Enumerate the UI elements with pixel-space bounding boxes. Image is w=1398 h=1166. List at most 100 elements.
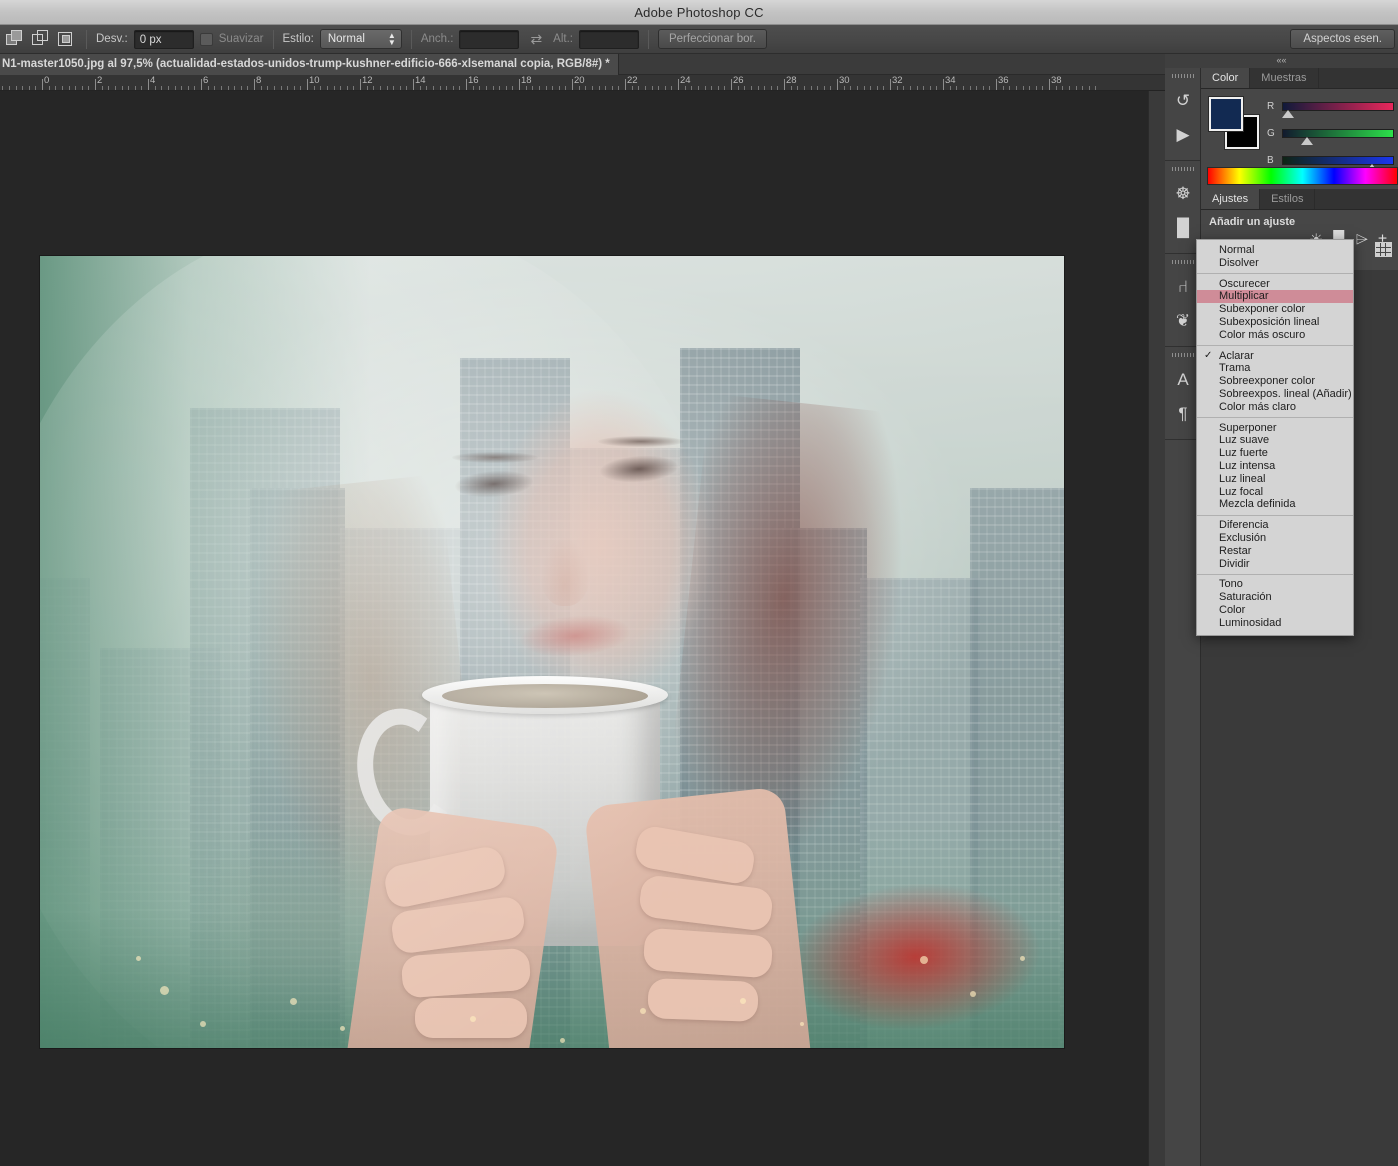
channel-track-r[interactable]	[1282, 102, 1394, 111]
blend-mode-label: Subexponer color	[1219, 303, 1306, 316]
blend-mode-item[interactable]: Trama	[1197, 362, 1353, 375]
foreground-background-swatches[interactable]	[1207, 96, 1263, 150]
blend-mode-menu[interactable]: Normal Disolver Oscurecer Multiplicar Subexp…	[1196, 239, 1354, 636]
color-spectrum-ramp[interactable]	[1207, 167, 1398, 185]
ruler-tick-minor	[843, 86, 845, 90]
history-icon[interactable]: ↺	[1165, 84, 1201, 118]
blend-mode-item[interactable]: Superponer	[1197, 422, 1353, 435]
workspace-switcher-button[interactable]: Aspectos esen.	[1290, 29, 1395, 49]
ruler-tick-minor	[558, 86, 560, 90]
ruler-label: 38	[1051, 75, 1062, 86]
document-tab[interactable]: N1-master1050.jpg al 97,5% (actualidad-e…	[0, 54, 619, 75]
blend-mode-item[interactable]: Luz suave	[1197, 434, 1353, 447]
tab-ajustes[interactable]: Ajustes	[1201, 189, 1261, 209]
blend-mode-item[interactable]: Color	[1197, 604, 1353, 617]
bokeh-dot	[800, 1022, 804, 1026]
ruler-tick-minor	[1095, 86, 1097, 90]
width-input[interactable]	[459, 29, 520, 49]
blend-mode-item[interactable]: Luz focal	[1197, 486, 1353, 499]
nose	[540, 536, 590, 606]
antialias-checkbox[interactable]	[199, 32, 213, 46]
curves-icon[interactable]: ⌲	[1356, 231, 1368, 249]
ruler-label: 22	[627, 75, 638, 86]
ruler-tick-minor	[340, 86, 342, 90]
tab-muestras[interactable]: Muestras	[1250, 68, 1319, 88]
ruler-tick-minor	[724, 86, 726, 90]
collapse-panels-icon[interactable]: ««	[1165, 54, 1398, 68]
blend-mode-item[interactable]: ✓ Aclarar	[1197, 350, 1353, 363]
channel-track-g[interactable]	[1282, 129, 1394, 138]
swap-dimensions-icon[interactable]: ⇄	[530, 31, 542, 48]
ruler-label: 6	[203, 75, 209, 86]
tab-color[interactable]: Color	[1201, 68, 1251, 88]
intersect-with-selection-icon[interactable]	[58, 30, 77, 49]
icon-dock-group: ↺ ▶	[1165, 68, 1200, 161]
ruler-tick-minor	[949, 86, 951, 90]
blend-mode-item[interactable]: Oscurecer	[1197, 278, 1353, 291]
blend-mode-item[interactable]: Multiplicar	[1197, 290, 1353, 304]
tab-estilos[interactable]: Estilos	[1260, 189, 1316, 209]
blend-mode-label: Luz suave	[1219, 434, 1270, 447]
style-select[interactable]: Normal ▲ ▼	[319, 29, 402, 49]
navigator-icon[interactable]: ☸	[1165, 177, 1201, 211]
panel-grip[interactable]	[1171, 353, 1194, 357]
ruler-tick-minor	[916, 86, 918, 90]
refine-edge-button[interactable]: Perfeccionar bor.	[657, 29, 767, 49]
ruler-tick-minor	[684, 86, 686, 90]
bokeh-dot	[640, 1008, 646, 1014]
ruler-label: 34	[945, 75, 956, 86]
blend-mode-item[interactable]: Subexponer color	[1197, 303, 1353, 316]
ruler-tick-minor	[803, 86, 805, 90]
blend-mode-item[interactable]: Diferencia	[1197, 519, 1353, 532]
blend-mode-item[interactable]: Tono	[1197, 578, 1353, 591]
ruler-tick-minor	[35, 86, 37, 90]
blend-mode-item[interactable]: Color más oscuro	[1197, 329, 1353, 342]
ruler-tick-minor	[333, 86, 335, 90]
blend-mode-item[interactable]: Mezcla definida	[1197, 498, 1353, 511]
ruler-tick-minor	[903, 86, 905, 90]
blend-mode-item[interactable]: Luz lineal	[1197, 473, 1353, 486]
channel-thumb-r[interactable]	[1281, 110, 1294, 118]
blend-mode-item[interactable]: Saturación	[1197, 591, 1353, 604]
ruler-tick-minor	[134, 86, 136, 90]
feather-input[interactable]: 0 px	[133, 29, 194, 49]
blend-mode-label: Color más claro	[1219, 400, 1297, 413]
height-input[interactable]	[578, 29, 639, 49]
ruler-tick-minor	[128, 86, 130, 90]
actions-play-icon[interactable]: ▶	[1165, 118, 1201, 152]
foreground-color-swatch[interactable]	[1208, 96, 1244, 132]
blend-mode-item[interactable]: Normal	[1197, 244, 1353, 257]
ruler-tick-minor	[8, 86, 10, 90]
blend-mode-item[interactable]: Dividir	[1197, 558, 1353, 571]
adjustments-grid-view-icon[interactable]	[1375, 242, 1392, 257]
blend-mode-item[interactable]: Luz fuerte	[1197, 447, 1353, 460]
blend-mode-item[interactable]: Disolver	[1197, 257, 1353, 270]
ruler-tick-minor	[512, 86, 514, 90]
ruler-tick-minor	[538, 86, 540, 90]
channel-thumb-g[interactable]	[1300, 137, 1313, 145]
blend-mode-item[interactable]: Color más claro	[1197, 401, 1353, 414]
panel-grip[interactable]	[1171, 260, 1194, 264]
ruler-tick-minor	[234, 86, 236, 90]
ruler-tick-minor	[240, 86, 242, 90]
blend-mode-item[interactable]: Subexposición lineal	[1197, 316, 1353, 329]
ruler-tick-minor	[1068, 86, 1070, 90]
canvas-area[interactable]	[0, 91, 1148, 1166]
blend-mode-item[interactable]: Luminosidad	[1197, 617, 1353, 630]
blend-mode-label: Multiplicar	[1219, 290, 1269, 303]
document-image[interactable]	[40, 256, 1064, 1048]
blend-mode-item[interactable]: Restar	[1197, 545, 1353, 558]
blend-mode-item[interactable]: Luz intensa	[1197, 460, 1353, 473]
canvas-vertical-scrollbar[interactable]	[1148, 91, 1165, 1166]
new-selection-icon[interactable]	[6, 29, 25, 49]
subtract-from-selection-icon[interactable]	[32, 29, 51, 49]
panel-grip[interactable]	[1171, 74, 1194, 78]
blend-mode-item[interactable]: Sobreexpos. lineal (Añadir)	[1197, 388, 1353, 401]
panel-grip[interactable]	[1171, 167, 1194, 171]
blend-mode-item[interactable]: Sobreexponer color	[1197, 375, 1353, 388]
blend-mode-item[interactable]: Exclusión	[1197, 532, 1353, 545]
ruler-tick-minor	[492, 86, 494, 90]
ruler-tick-minor	[167, 86, 169, 90]
ruler-tick-minor	[545, 86, 547, 90]
ruler-tick-minor	[1029, 86, 1031, 90]
